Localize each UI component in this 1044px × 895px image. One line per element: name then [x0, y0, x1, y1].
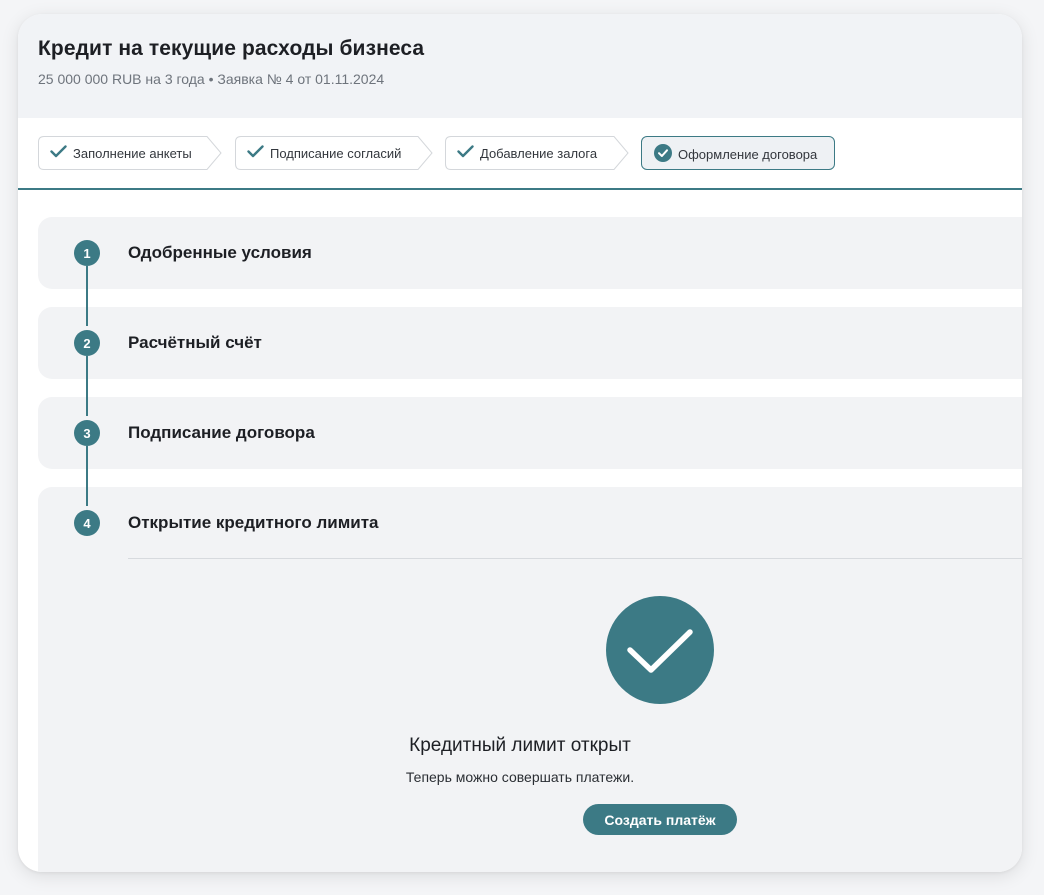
- progress-steps: Заполнение анкеты Подписание согласий До…: [18, 118, 1022, 190]
- progress-step-label: Добавление залога: [480, 145, 598, 161]
- check-icon: [50, 145, 67, 161]
- step-number-badge: 1: [74, 240, 100, 266]
- progress-step-label: Подписание согласий: [270, 145, 402, 161]
- step-number-badge: 4: [74, 510, 100, 536]
- progress-step-collateral[interactable]: Добавление залога: [445, 136, 629, 170]
- success-message: Теперь можно совершать платежи.: [405, 769, 635, 785]
- success-title: Кредитный лимит открыт: [409, 735, 631, 756]
- check-circle-icon: [654, 143, 672, 165]
- success-check-icon: [606, 596, 714, 704]
- page-header: Кредит на текущие расходы бизнеса 25 000…: [18, 14, 1022, 118]
- section-title: Расчётный счёт: [128, 333, 262, 352]
- section-title: Одобренные условия: [128, 243, 312, 262]
- progress-step-contract[interactable]: Оформление договора: [641, 136, 835, 170]
- step-connector-line: [86, 356, 88, 416]
- create-payment-button[interactable]: Создать платёж: [583, 804, 737, 835]
- section-credit-limit-opening: [38, 487, 1022, 872]
- progress-step-consents[interactable]: Подписание согласий: [235, 136, 433, 170]
- progress-step-label: Заполнение анкеты: [73, 145, 192, 161]
- step-connector-line: [86, 266, 88, 326]
- progress-step-label: Оформление договора: [678, 146, 818, 162]
- credit-application-card: Кредит на текущие расходы бизнеса 25 000…: [18, 14, 1022, 872]
- check-icon: [457, 145, 474, 161]
- progress-step-questionnaire[interactable]: Заполнение анкеты: [38, 136, 222, 170]
- check-icon: [247, 145, 264, 161]
- step-number-badge: 3: [74, 420, 100, 446]
- section-title: Открытие кредитного лимита: [128, 513, 379, 532]
- section-title: Подписание договора: [128, 423, 315, 442]
- step-connector-line: [86, 446, 88, 506]
- page-title: Кредит на текущие расходы бизнеса: [38, 37, 425, 60]
- step-number-badge: 2: [74, 330, 100, 356]
- section-divider: [128, 558, 1022, 559]
- application-subtitle: 25 000 000 RUB на 3 года • Заявка № 4 от…: [38, 71, 385, 87]
